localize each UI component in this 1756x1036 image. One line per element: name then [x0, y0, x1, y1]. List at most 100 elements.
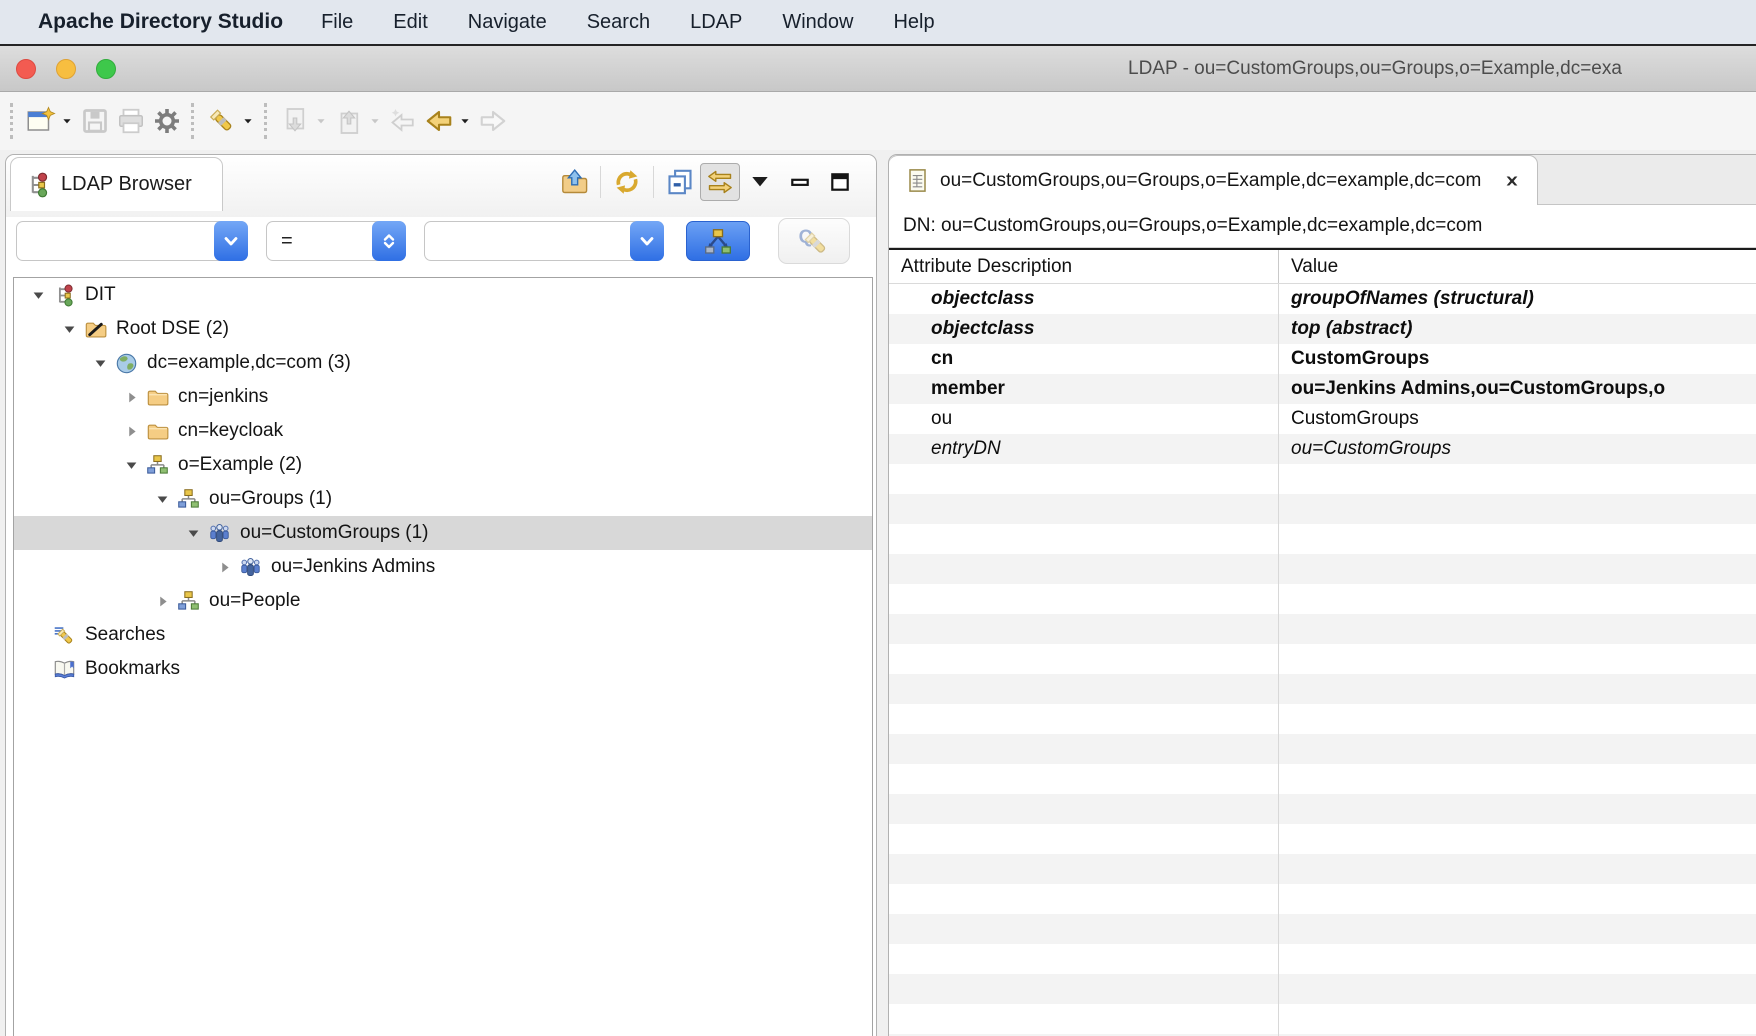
export-button[interactable] [331, 101, 367, 141]
attribute-row-cn-2[interactable]: cnCustomGroups [889, 344, 1756, 374]
new-dropdown-caret-icon[interactable] [59, 101, 75, 141]
attribute-name-cell[interactable]: objectclass [889, 314, 1279, 344]
tab-entry-editor[interactable]: ou=CustomGroups,ou=Groups,o=Example,dc=e… [889, 155, 1538, 205]
preferences-gear-button[interactable] [149, 101, 185, 141]
quick-search-scope-button[interactable] [686, 221, 750, 261]
empty-cell [889, 614, 1279, 644]
collapse-arrow-icon[interactable] [26, 288, 50, 303]
attribute-row-member-3[interactable]: memberou=Jenkins Admins,ou=CustomGroups,… [889, 374, 1756, 404]
empty-cell [889, 1004, 1279, 1034]
collapse-arrow-icon[interactable] [150, 492, 174, 507]
attribute-value-cell[interactable]: CustomGroups [1279, 404, 1756, 434]
save-button[interactable] [77, 101, 113, 141]
group-icon [238, 556, 263, 579]
quick-search-operator-combo[interactable]: = [266, 221, 406, 261]
quick-search-run-button[interactable] [778, 218, 850, 264]
new-connection-button[interactable] [23, 101, 59, 141]
collapse-arrow-icon[interactable] [57, 322, 81, 337]
tree-item-root-dse-2[interactable]: Root DSE (2) [14, 312, 872, 346]
tree-item-bookmarks[interactable]: Bookmarks [14, 652, 872, 686]
empty-cell [1279, 614, 1756, 644]
collapse-arrow-icon[interactable] [88, 356, 112, 371]
toolbar-drag-handle[interactable] [191, 103, 195, 139]
menu-item-edit[interactable]: Edit [393, 11, 427, 34]
app-name[interactable]: Apache Directory Studio [38, 10, 283, 34]
empty-cell [889, 464, 1279, 494]
go-up-button[interactable] [554, 163, 594, 201]
quick-search-attribute-combo[interactable] [16, 221, 248, 261]
attribute-row-entrydn-5[interactable]: entryDNou=CustomGroups [889, 434, 1756, 464]
maximize-view-button[interactable] [820, 163, 860, 201]
menu-item-ldap[interactable]: LDAP [690, 11, 742, 34]
attribute-value-cell[interactable]: CustomGroups [1279, 344, 1756, 374]
attribute-name-cell[interactable]: ou [889, 404, 1279, 434]
print-button[interactable] [113, 101, 149, 141]
window-close-button[interactable] [16, 59, 36, 79]
column-header-attribute[interactable]: Attribute Description [889, 250, 1279, 283]
search-dropdown-caret-icon[interactable] [240, 101, 256, 141]
view-menu-button[interactable] [740, 163, 780, 201]
forward-button[interactable] [475, 101, 511, 141]
attribute-value-cell[interactable]: top (abstract) [1279, 314, 1756, 344]
collapse-all-button[interactable] [660, 163, 700, 201]
tree-item-cn-keycloak[interactable]: cn=keycloak [14, 414, 872, 448]
back-history-button[interactable] [385, 101, 421, 141]
empty-cell [889, 494, 1279, 524]
chevron-down-icon[interactable] [630, 221, 664, 261]
quick-search-value-combo[interactable] [424, 221, 664, 261]
link-with-editor-button[interactable] [700, 163, 740, 201]
expand-arrow-icon[interactable] [119, 390, 143, 405]
tree-item-dit[interactable]: DIT [14, 278, 872, 312]
tree-item-o-example-2[interactable]: o=Example (2) [14, 448, 872, 482]
tree-item-cn-jenkins[interactable]: cn=jenkins [14, 380, 872, 414]
back-dropdown-caret-icon[interactable] [457, 101, 473, 141]
chevron-down-icon[interactable] [214, 221, 248, 261]
expand-arrow-icon[interactable] [212, 560, 236, 575]
tree-item-searches[interactable]: Searches [14, 618, 872, 652]
attribute-row-objectclass-0[interactable]: objectclassgroupOfNames (structural) [889, 284, 1756, 314]
menu-item-window[interactable]: Window [782, 11, 853, 34]
window-minimize-button[interactable] [56, 59, 76, 79]
tree-item-ou-people[interactable]: ou=People [14, 584, 872, 618]
expand-arrow-icon[interactable] [150, 594, 174, 609]
close-tab-icon[interactable] [1501, 170, 1523, 192]
menu-item-navigate[interactable]: Navigate [468, 11, 547, 34]
collapse-arrow-icon[interactable] [119, 458, 143, 473]
column-header-value[interactable]: Value [1279, 250, 1756, 283]
search-flashlight-button[interactable] [204, 101, 240, 141]
tree-item-ou-groups-1[interactable]: ou=Groups (1) [14, 482, 872, 516]
menu-item-search[interactable]: Search [587, 11, 650, 34]
refresh-button[interactable] [607, 163, 647, 201]
attribute-name-cell[interactable]: objectclass [889, 284, 1279, 314]
attribute-row-ou-4[interactable]: ouCustomGroups [889, 404, 1756, 434]
divider [653, 166, 654, 198]
window-zoom-button[interactable] [96, 59, 116, 79]
menu-item-help[interactable]: Help [893, 11, 934, 34]
attribute-value-cell[interactable]: ou=CustomGroups [1279, 434, 1756, 464]
tab-ldap-browser[interactable]: LDAP Browser [10, 157, 223, 211]
attribute-value-cell[interactable]: groupOfNames (structural) [1279, 284, 1756, 314]
minimize-view-button[interactable] [780, 163, 820, 201]
stepper-updown-icon[interactable] [372, 221, 406, 261]
attribute-row-empty [889, 854, 1756, 884]
empty-cell [889, 674, 1279, 704]
tree-item-ou-jenkins-admins[interactable]: ou=Jenkins Admins [14, 550, 872, 584]
attribute-name-cell[interactable]: entryDN [889, 434, 1279, 464]
toolbar-drag-handle[interactable] [264, 103, 268, 139]
attribute-name-cell[interactable]: member [889, 374, 1279, 404]
tree-item-dc-example-dc-com-3[interactable]: dc=example,dc=com (3) [14, 346, 872, 380]
expand-arrow-icon[interactable] [119, 424, 143, 439]
attribute-row-empty [889, 884, 1756, 914]
attribute-value-cell[interactable]: ou=Jenkins Admins,ou=CustomGroups,o [1279, 374, 1756, 404]
attribute-row-empty [889, 674, 1756, 704]
attribute-row-objectclass-1[interactable]: objectclasstop (abstract) [889, 314, 1756, 344]
toolbar-drag-handle[interactable] [10, 103, 14, 139]
menu-bar: Apache Directory Studio File Edit Navigate… [0, 0, 1756, 44]
import-button[interactable] [277, 101, 313, 141]
attribute-name-cell[interactable]: cn [889, 344, 1279, 374]
empty-cell [1279, 734, 1756, 764]
tree-item-ou-customgroups-1[interactable]: ou=CustomGroups (1) [14, 516, 872, 550]
collapse-arrow-icon[interactable] [181, 526, 205, 541]
menu-item-file[interactable]: File [321, 11, 353, 34]
back-button[interactable] [421, 101, 457, 141]
